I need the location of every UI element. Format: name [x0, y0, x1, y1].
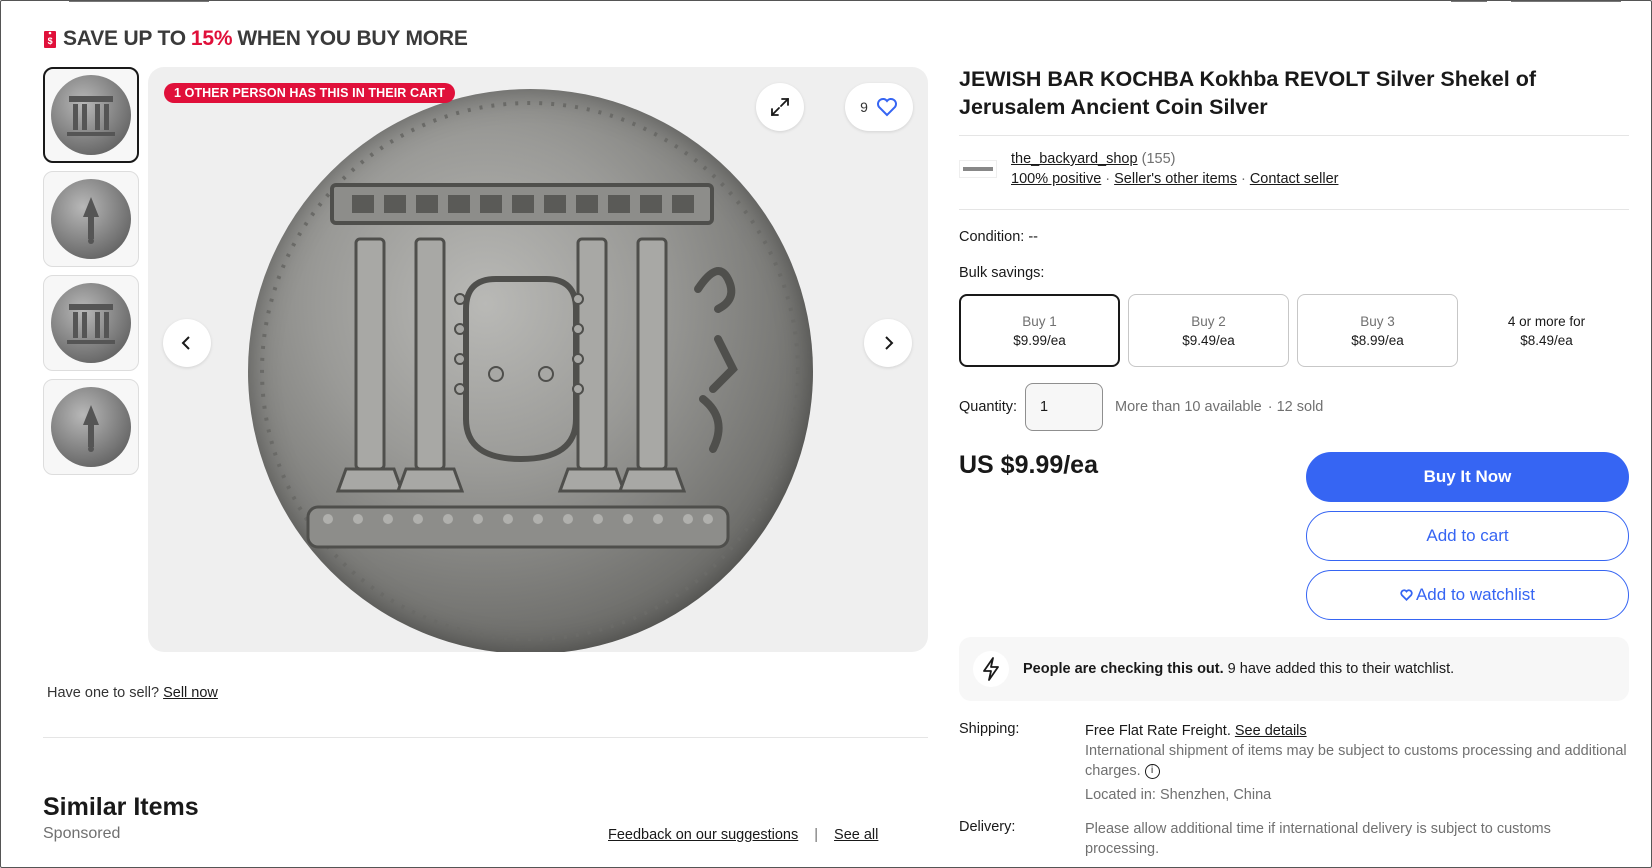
coin-main-image	[248, 89, 813, 652]
sell-prompt: Have one to sell? Sell now	[47, 685, 218, 701]
bulk-option-2[interactable]: Buy 2 $9.49/ea	[1128, 294, 1289, 367]
heart-icon	[876, 98, 897, 117]
expand-image-button[interactable]	[756, 83, 804, 131]
page-frame: $ SAVE UP TO 15% WHEN YOU BUY MORE 1 OTH…	[0, 0, 1652, 868]
bulk-option-price: $8.99/ea	[1351, 332, 1404, 348]
seller-logo[interactable]	[959, 160, 997, 178]
feedback-suggestions-link[interactable]: Feedback on our suggestions	[608, 827, 798, 843]
heart-icon	[1400, 589, 1413, 601]
promo-percent: 15%	[190, 27, 233, 50]
info-icon[interactable]: i	[1144, 763, 1160, 779]
top-link-underline[interactable]	[1511, 1, 1621, 2]
bulk-option-3[interactable]: Buy 3 $8.99/ea	[1297, 294, 1458, 367]
listing-title: JEWISH BAR KOCHBA Kokhba REVOLT Silver S…	[959, 67, 1537, 119]
link-separator: |	[814, 827, 819, 843]
quantity-label: Quantity:	[959, 399, 1018, 415]
bulk-option-qty: Buy 1	[1022, 313, 1057, 329]
top-link-strip	[41, 1, 1621, 7]
sponsored-label: Sponsored	[43, 825, 121, 842]
contact-seller-link[interactable]: Contact seller	[1250, 171, 1339, 187]
main-image-viewer[interactable]: 1 OTHER PERSON HAS THIS IN THEIR CART 9	[148, 67, 928, 652]
seller-other-items-link[interactable]: Seller's other items	[1114, 171, 1237, 187]
thumbnail-list	[43, 67, 139, 483]
delivery-label: Delivery:	[959, 819, 1016, 835]
promo-prefix: SAVE UP TO	[63, 27, 186, 50]
thumbnail-1[interactable]	[43, 67, 139, 163]
coin-thumbnail-image	[51, 75, 131, 155]
delivery-value: Please allow additional time if internat…	[1085, 821, 1551, 857]
condition-value: --	[1028, 229, 1038, 245]
bulk-option-qty: 4 or more for	[1507, 313, 1586, 329]
item-location: Located in: Shenzhen, China	[1085, 787, 1272, 803]
previous-image-button[interactable]	[163, 319, 211, 367]
quantity-row: Quantity: More than 10 available · 12 so…	[959, 383, 1323, 431]
top-link-underline[interactable]	[69, 1, 209, 2]
shipping-section: Shipping: Free Flat Rate Freight. See de…	[959, 721, 1629, 859]
bulk-savings-label: Bulk savings:	[959, 265, 1045, 281]
sell-now-link[interactable]: Sell now	[163, 685, 218, 701]
divider	[43, 737, 928, 738]
bulk-option-qty: Buy 3	[1360, 313, 1395, 329]
coin-thumbnail-image	[51, 179, 131, 259]
watchers-notice-bold: People are checking this out.	[1023, 661, 1224, 677]
expand-icon	[771, 98, 789, 116]
thumbnail-4[interactable]	[43, 379, 139, 475]
thumbnail-2[interactable]	[43, 171, 139, 267]
add-to-cart-button[interactable]: Add to cart	[1306, 511, 1629, 561]
bulk-option-qty: Buy 2	[1191, 313, 1226, 329]
cart-count-badge: 1 OTHER PERSON HAS THIS IN THEIR CART	[164, 83, 456, 103]
quantity-input[interactable]	[1025, 383, 1104, 431]
bulk-option-price: $9.99/ea	[1013, 332, 1066, 348]
shipping-value: Free Flat Rate Freight.	[1085, 723, 1231, 739]
bulk-option-price: $9.49/ea	[1182, 332, 1235, 348]
watch-count-button[interactable]: 9	[845, 83, 913, 131]
bulk-promo-banner: $ SAVE UP TO 15% WHEN YOU BUY MORE	[43, 27, 468, 51]
chevron-right-icon	[885, 336, 894, 350]
buy-it-now-button[interactable]: Buy It Now	[1306, 452, 1629, 502]
see-all-link[interactable]: See all	[834, 827, 878, 843]
coin-thumbnail-image	[51, 387, 131, 467]
seller-card: the_backyard_shop (155) 100% positive · Se…	[959, 151, 1338, 187]
see-details-link[interactable]: See details	[1235, 723, 1307, 739]
listing-details: JEWISH BAR KOCHBA Kokhba REVOLT Silver S…	[959, 65, 1629, 857]
watchers-notice: People are checking this out. 9 have add…	[959, 637, 1629, 701]
thumbnail-3[interactable]	[43, 275, 139, 371]
bulk-option-1[interactable]: Buy 1 $9.99/ea	[959, 294, 1120, 367]
item-price: US $9.99/ea	[959, 451, 1098, 479]
seller-name-link[interactable]: the_backyard_shop	[1011, 151, 1138, 167]
shipping-label: Shipping:	[959, 721, 1020, 737]
watchers-notice-text: 9 have added this to their watchlist.	[1227, 661, 1455, 677]
similar-items-title: Similar Items	[43, 793, 199, 821]
top-link-underline[interactable]	[1451, 1, 1487, 2]
bulk-option-price: $8.49/ea	[1520, 332, 1573, 348]
seller-positive-link[interactable]: 100% positive	[1011, 171, 1101, 187]
price-tag-icon: $	[44, 31, 56, 48]
divider	[959, 209, 1629, 210]
coin-thumbnail-image	[51, 283, 131, 363]
watch-count: 9	[860, 99, 868, 115]
bulk-option-4[interactable]: 4 or more for $8.49/ea	[1466, 294, 1627, 367]
add-to-watchlist-button[interactable]: Add to watchlist	[1306, 570, 1629, 620]
add-to-watchlist-label: Add to watchlist	[1415, 585, 1536, 604]
seller-feedback-count: (155)	[1141, 151, 1176, 167]
condition-label: Condition:	[959, 229, 1025, 245]
svg-text:$: $	[48, 36, 53, 46]
sold-count: · 12 sold	[1267, 399, 1324, 415]
shipping-note: International shipment of items may be s…	[1085, 743, 1627, 779]
similar-items-links: Feedback on our suggestions | See all	[608, 827, 878, 843]
sell-prompt-text: Have one to sell?	[47, 685, 160, 701]
chevron-left-icon	[181, 336, 190, 350]
availability-text: More than 10 available	[1115, 399, 1262, 415]
promo-suffix: WHEN YOU BUY MORE	[237, 27, 468, 50]
lightning-icon	[973, 651, 1009, 687]
next-image-button[interactable]	[864, 319, 912, 367]
divider	[959, 135, 1629, 136]
condition-row: Condition: --	[959, 229, 1038, 245]
bulk-savings-options: Buy 1 $9.99/ea Buy 2 $9.49/ea Buy 3 $8.9…	[959, 294, 1627, 367]
